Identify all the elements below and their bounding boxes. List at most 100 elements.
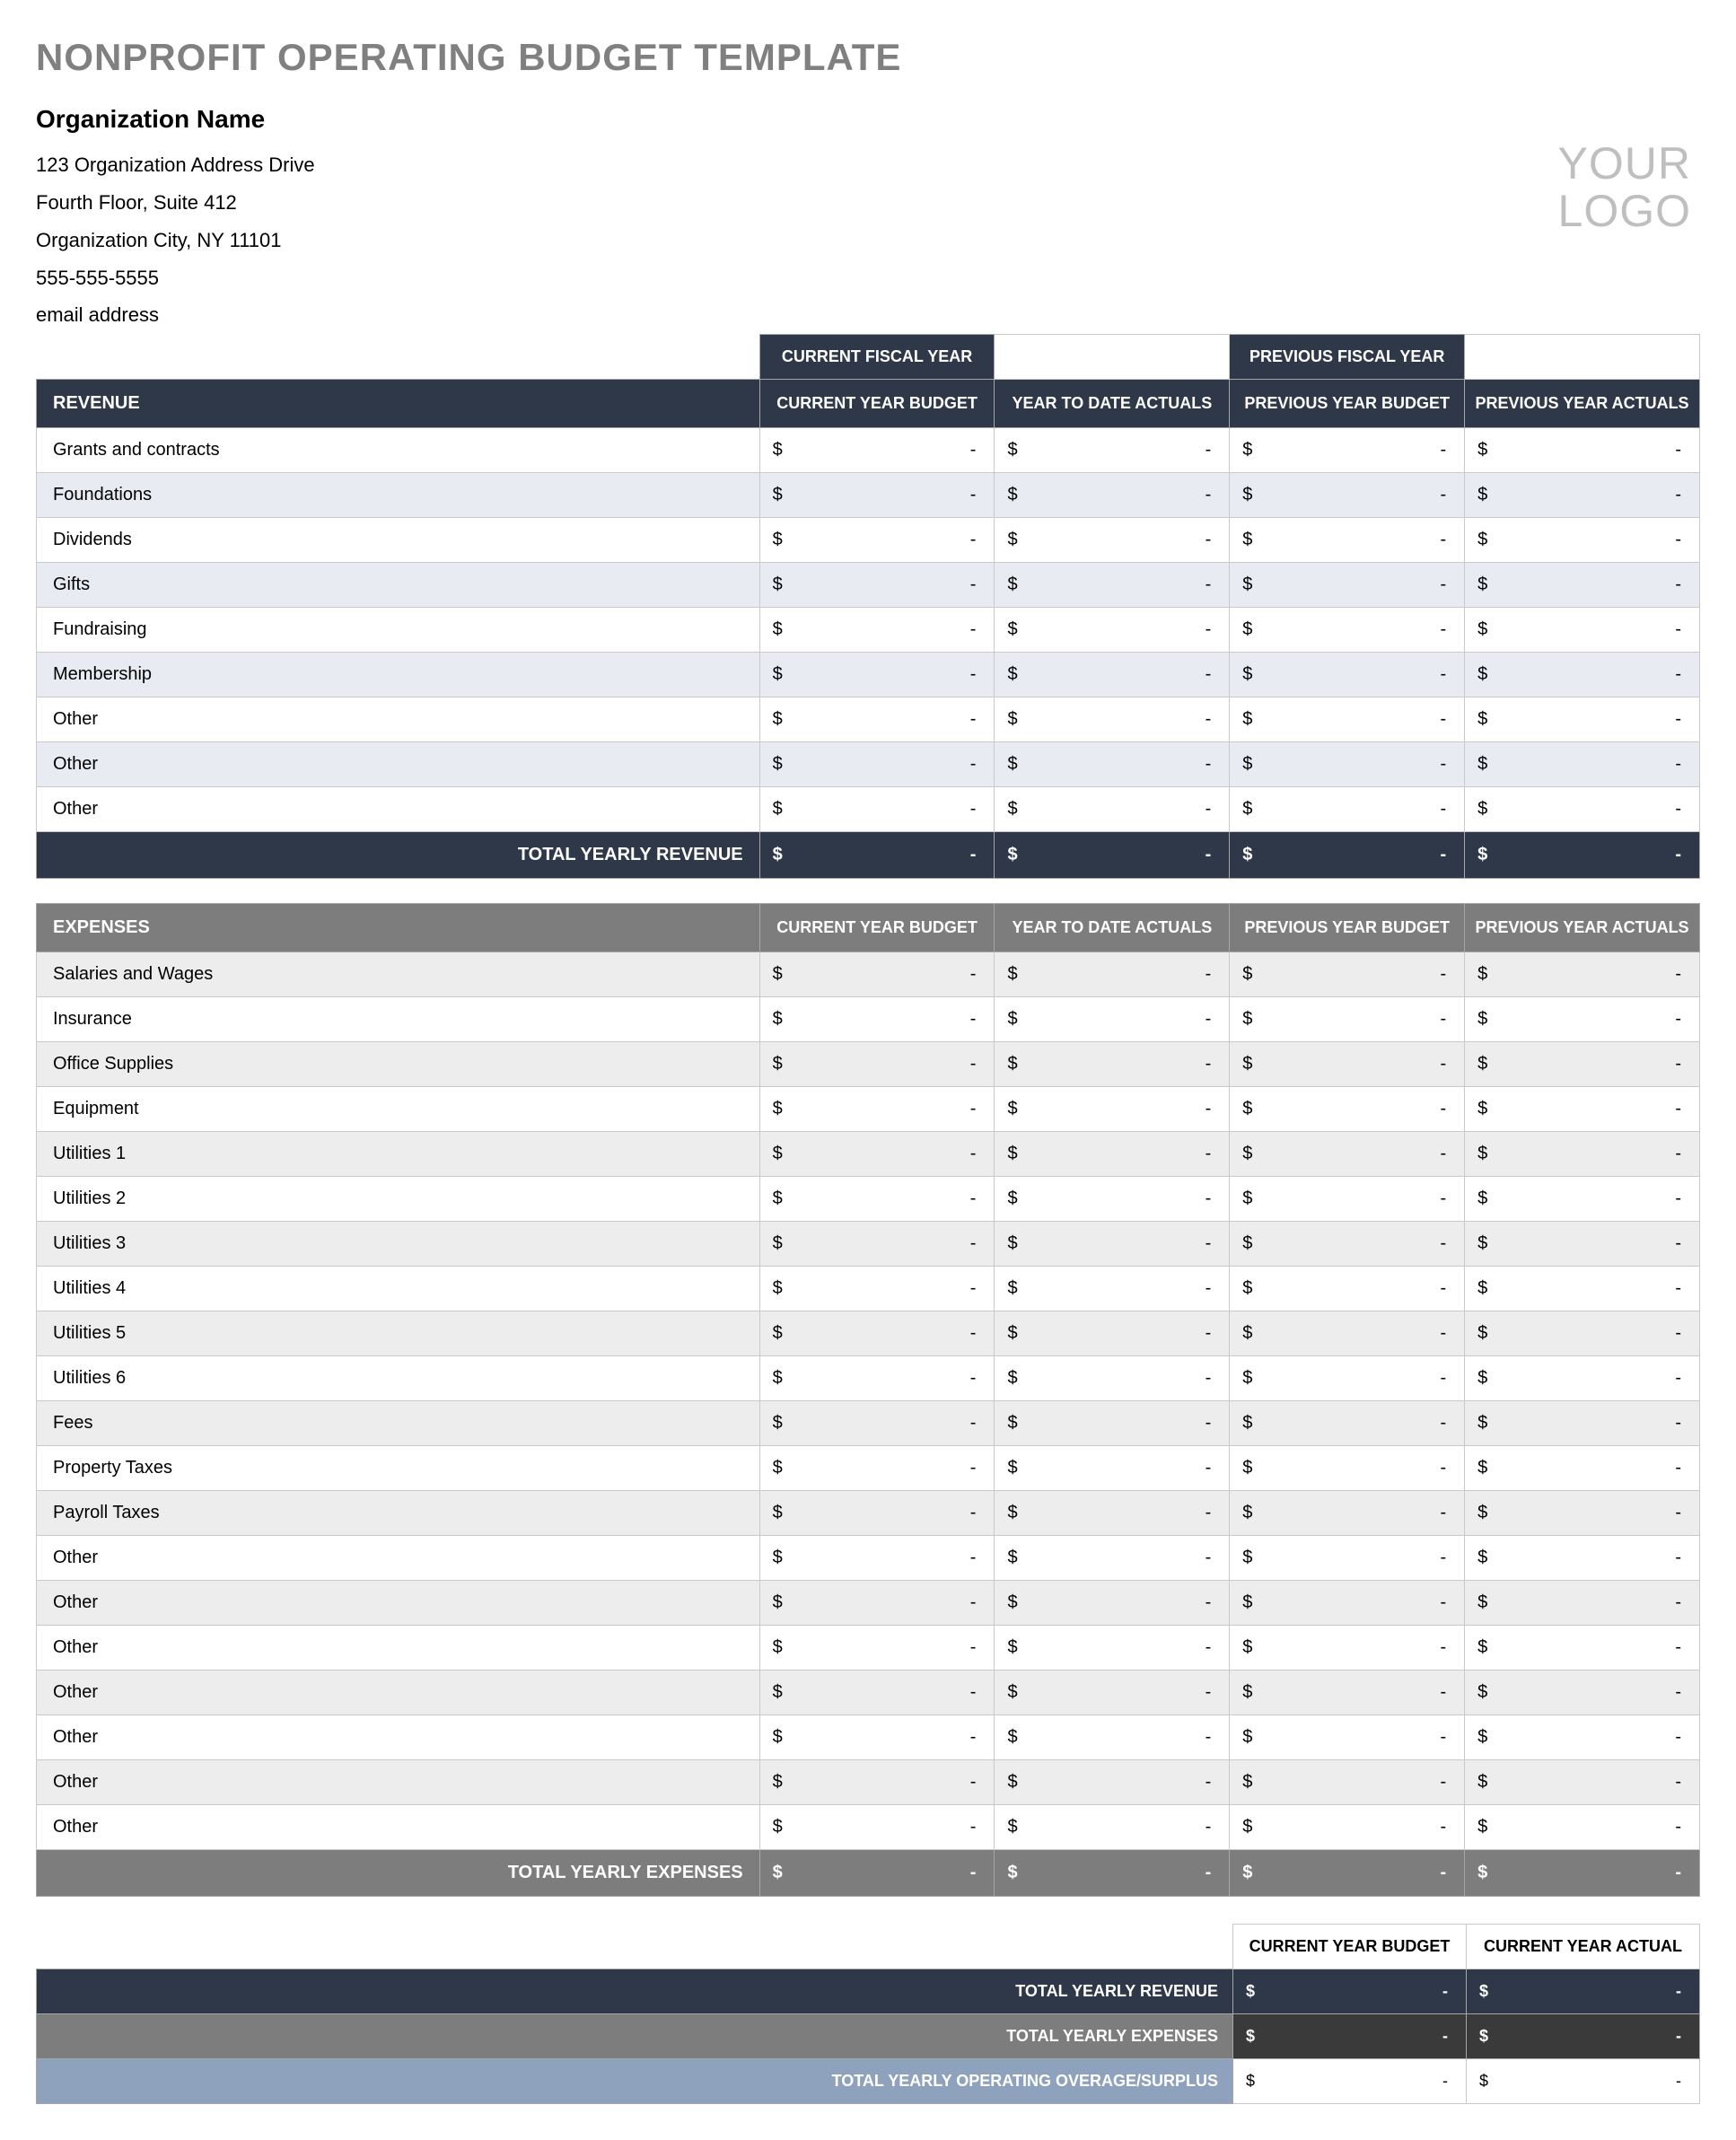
expenses-cell[interactable]: $- [759,1267,995,1311]
expenses-cell[interactable]: $- [1465,1401,1700,1446]
revenue-cell[interactable]: $- [1465,563,1700,608]
expenses-cell[interactable]: $- [995,1401,1230,1446]
expenses-cell[interactable]: $- [995,1805,1230,1850]
revenue-cell[interactable]: $- [995,787,1230,832]
revenue-cell[interactable]: $- [1230,473,1465,518]
expenses-row-label[interactable]: Fees [37,1401,760,1446]
expenses-row-label[interactable]: Equipment [37,1087,760,1132]
expenses-cell[interactable]: $- [995,1177,1230,1222]
expenses-cell[interactable]: $- [1230,1356,1465,1401]
expenses-cell[interactable]: $- [759,1311,995,1356]
revenue-cell[interactable]: $- [1230,787,1465,832]
expenses-cell[interactable]: $- [1465,952,1700,997]
expenses-cell[interactable]: $- [995,1042,1230,1087]
revenue-cell[interactable]: $- [995,742,1230,787]
expenses-cell[interactable]: $- [1465,1267,1700,1311]
expenses-cell[interactable]: $- [759,1356,995,1401]
expenses-row-label[interactable]: Utilities 4 [37,1267,760,1311]
expenses-row-label[interactable]: Utilities 1 [37,1132,760,1177]
revenue-cell[interactable]: $- [759,787,995,832]
expenses-row-label[interactable]: Other [37,1715,760,1760]
revenue-cell[interactable]: $- [1230,518,1465,563]
expenses-cell[interactable]: $- [1230,1671,1465,1715]
expenses-cell[interactable]: $- [759,1446,995,1491]
expenses-cell[interactable]: $- [1465,1087,1700,1132]
expenses-cell[interactable]: $- [995,1760,1230,1805]
expenses-cell[interactable]: $- [1465,1311,1700,1356]
expenses-row-label[interactable]: Utilities 3 [37,1222,760,1267]
expenses-cell[interactable]: $- [1465,997,1700,1042]
revenue-cell[interactable]: $- [759,697,995,742]
expenses-row-label[interactable]: Insurance [37,997,760,1042]
expenses-row-label[interactable]: Other [37,1671,760,1715]
revenue-row-label[interactable]: Grants and contracts [37,428,760,473]
expenses-row-label[interactable]: Utilities 5 [37,1311,760,1356]
expenses-cell[interactable]: $- [995,1491,1230,1536]
expenses-cell[interactable]: $- [1465,1491,1700,1536]
expenses-cell[interactable]: $- [759,1581,995,1626]
expenses-cell[interactable]: $- [759,1626,995,1671]
expenses-row-label[interactable]: Property Taxes [37,1446,760,1491]
expenses-cell[interactable]: $- [759,1715,995,1760]
revenue-row-label[interactable]: Fundraising [37,608,760,653]
previous-fy-input[interactable] [1465,335,1700,380]
revenue-cell[interactable]: $- [1465,742,1700,787]
expenses-row-label[interactable]: Salaries and Wages [37,952,760,997]
revenue-cell[interactable]: $- [1465,653,1700,697]
expenses-cell[interactable]: $- [1230,1760,1465,1805]
revenue-row-label[interactable]: Membership [37,653,760,697]
revenue-cell[interactable]: $- [759,518,995,563]
expenses-cell[interactable]: $- [759,1671,995,1715]
expenses-row-label[interactable]: Other [37,1805,760,1850]
expenses-cell[interactable]: $- [995,1446,1230,1491]
expenses-cell[interactable]: $- [995,1626,1230,1671]
revenue-cell[interactable]: $- [759,428,995,473]
revenue-cell[interactable]: $- [995,608,1230,653]
expenses-cell[interactable]: $- [995,1356,1230,1401]
expenses-cell[interactable]: $- [1465,1132,1700,1177]
expenses-cell[interactable]: $- [1465,1805,1700,1850]
revenue-cell[interactable]: $- [1230,428,1465,473]
expenses-cell[interactable]: $- [995,1267,1230,1311]
revenue-cell[interactable]: $- [1465,518,1700,563]
revenue-cell[interactable]: $- [1230,608,1465,653]
expenses-cell[interactable]: $- [1230,1267,1465,1311]
expenses-cell[interactable]: $- [1230,1311,1465,1356]
revenue-cell[interactable]: $- [1230,742,1465,787]
expenses-cell[interactable]: $- [995,952,1230,997]
expenses-row-label[interactable]: Other [37,1760,760,1805]
expenses-cell[interactable]: $- [995,997,1230,1042]
expenses-cell[interactable]: $- [1230,1087,1465,1132]
revenue-row-label[interactable]: Other [37,697,760,742]
expenses-cell[interactable]: $- [1230,997,1465,1042]
expenses-row-label[interactable]: Other [37,1581,760,1626]
revenue-cell[interactable]: $- [995,697,1230,742]
revenue-cell[interactable]: $- [1230,653,1465,697]
revenue-cell[interactable]: $- [759,473,995,518]
revenue-row-label[interactable]: Foundations [37,473,760,518]
expenses-cell[interactable]: $- [995,1715,1230,1760]
revenue-cell[interactable]: $- [995,653,1230,697]
expenses-cell[interactable]: $- [759,1805,995,1850]
expenses-cell[interactable]: $- [1230,1042,1465,1087]
revenue-cell[interactable]: $- [1465,428,1700,473]
expenses-cell[interactable]: $- [1465,1581,1700,1626]
expenses-row-label[interactable]: Other [37,1536,760,1581]
expenses-cell[interactable]: $- [1230,1626,1465,1671]
expenses-row-label[interactable]: Payroll Taxes [37,1491,760,1536]
expenses-cell[interactable]: $- [759,997,995,1042]
expenses-cell[interactable]: $- [1465,1042,1700,1087]
revenue-cell[interactable]: $- [759,742,995,787]
revenue-cell[interactable]: $- [759,608,995,653]
current-fy-input[interactable] [995,335,1230,380]
revenue-row-label[interactable]: Other [37,742,760,787]
expenses-row-label[interactable]: Other [37,1626,760,1671]
revenue-cell[interactable]: $- [1465,697,1700,742]
expenses-cell[interactable]: $- [1230,1446,1465,1491]
expenses-cell[interactable]: $- [1230,1536,1465,1581]
expenses-cell[interactable]: $- [1230,1401,1465,1446]
expenses-row-label[interactable]: Utilities 2 [37,1177,760,1222]
expenses-cell[interactable]: $- [759,952,995,997]
expenses-cell[interactable]: $- [1465,1760,1700,1805]
expenses-cell[interactable]: $- [1465,1356,1700,1401]
